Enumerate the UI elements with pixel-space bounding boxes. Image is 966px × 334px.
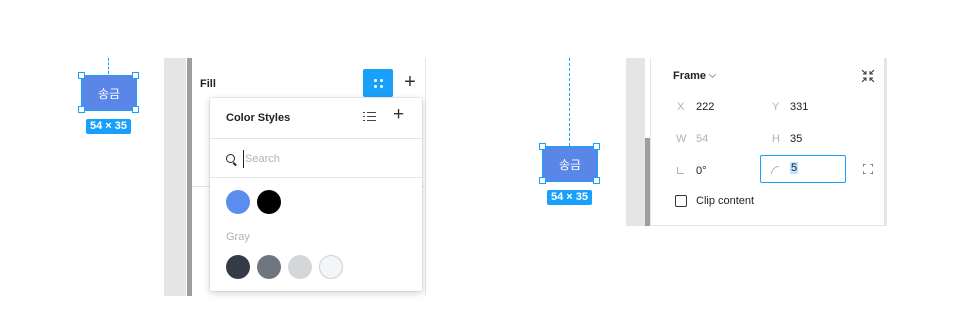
w-label: W — [676, 133, 687, 145]
resize-handle-bottom-left[interactable] — [78, 106, 85, 113]
resize-handle-top-left[interactable] — [78, 72, 85, 79]
frame-type-dropdown[interactable]: Frame — [673, 70, 706, 82]
plus-icon: + — [393, 104, 405, 125]
four-dots-icon — [373, 78, 383, 88]
resize-handle-bottom-right[interactable] — [593, 177, 600, 184]
vertical-guide-line — [569, 58, 570, 146]
resize-handle-bottom-right[interactable] — [132, 106, 139, 113]
panel-background-strip — [164, 58, 186, 296]
rotation-icon — [677, 167, 684, 174]
selected-frame[interactable]: 송금 — [542, 146, 598, 182]
resize-handle-bottom-left[interactable] — [539, 177, 546, 184]
clip-content-label: Clip content — [696, 195, 755, 207]
color-swatch-blue[interactable] — [226, 190, 250, 214]
selected-frame[interactable]: 송금 — [81, 75, 137, 111]
color-swatch-black[interactable] — [257, 190, 281, 214]
y-label: Y — [772, 101, 780, 113]
rotation-input[interactable]: 0° — [696, 165, 707, 177]
vertical-guide-line — [108, 58, 109, 74]
plus-icon: + — [404, 71, 416, 93]
w-input[interactable]: 54 — [696, 133, 708, 145]
corner-radius-icon — [771, 166, 779, 174]
resize-handle-top-left[interactable] — [539, 143, 546, 150]
color-styles-popover: Color Styles + Gray — [210, 98, 422, 291]
search-input[interactable] — [243, 150, 403, 168]
h-label: H — [772, 133, 780, 145]
size-badge: 54 × 35 — [547, 190, 593, 205]
fill-section-title: Fill — [200, 78, 216, 90]
frame-label: 송금 — [558, 157, 582, 172]
size-badge: 54 × 35 — [86, 119, 132, 134]
search-icon — [226, 154, 235, 163]
chevron-down-icon — [708, 70, 717, 79]
popover-divider — [210, 138, 422, 139]
fill-panel: Fill + Color Styles + Gray — [164, 58, 426, 296]
panel-background-strip — [626, 58, 645, 226]
color-swatch-gray-medium[interactable] — [257, 255, 281, 279]
frame-label: 송금 — [97, 86, 121, 101]
y-input[interactable]: 331 — [790, 101, 808, 113]
corner-radius-input[interactable]: 5 — [760, 155, 846, 183]
h-input[interactable]: 35 — [790, 133, 802, 145]
resize-handle-top-right[interactable] — [132, 72, 139, 79]
panel-border — [650, 58, 651, 226]
clip-content-checkbox[interactable] — [675, 195, 687, 207]
popover-divider — [210, 177, 422, 178]
add-fill-button[interactable]: + — [400, 70, 420, 94]
independent-corners-icon[interactable] — [863, 164, 873, 174]
x-label: X — [677, 101, 685, 113]
list-view-icon[interactable] — [363, 110, 379, 124]
color-swatch-gray-light[interactable] — [288, 255, 312, 279]
color-swatch-gray-lightest[interactable] — [319, 255, 343, 279]
color-swatch-gray-dark[interactable] — [226, 255, 250, 279]
frame-properties-panel: Frame X 222 Y 331 W 54 H 35 0° 5 Clip co… — [626, 58, 887, 226]
corner-radius-value[interactable]: 5 — [790, 162, 799, 174]
add-style-button[interactable]: + — [393, 105, 404, 124]
resize-handle-top-right[interactable] — [593, 143, 600, 150]
x-input[interactable]: 222 — [696, 101, 714, 113]
panel-edge — [884, 58, 887, 226]
collapse-icon[interactable] — [861, 69, 875, 83]
style-group-label: Gray — [226, 231, 250, 243]
popover-title: Color Styles — [226, 112, 291, 124]
style-picker-button[interactable] — [363, 69, 393, 97]
